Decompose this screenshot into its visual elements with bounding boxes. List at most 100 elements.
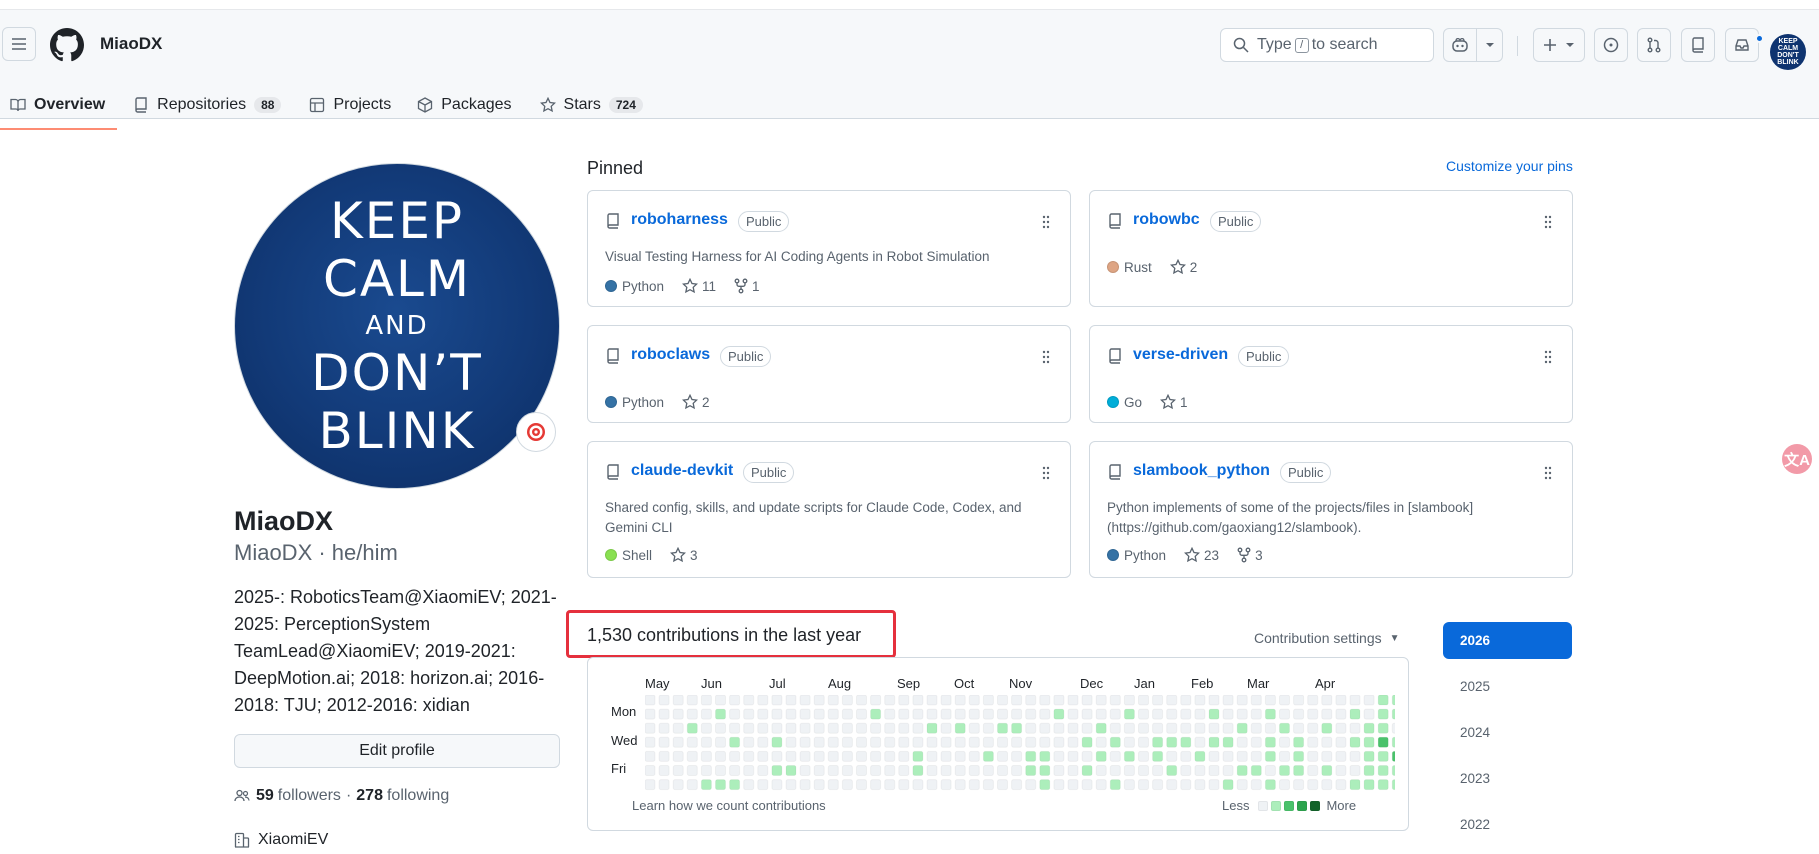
contribution-day[interactable] <box>785 765 797 776</box>
contribution-day[interactable] <box>982 750 994 762</box>
contribution-day[interactable] <box>1138 765 1149 776</box>
contribution-day[interactable] <box>1264 750 1276 762</box>
contribution-day[interactable] <box>884 736 896 748</box>
repo-name-link[interactable]: claude-devkit <box>631 462 733 480</box>
contribution-day[interactable] <box>1152 779 1164 791</box>
contribution-day[interactable] <box>1349 750 1361 762</box>
contribution-day[interactable] <box>813 736 825 748</box>
contribution-day[interactable] <box>982 779 994 791</box>
contribution-day[interactable] <box>1039 765 1051 776</box>
contribution-day[interactable] <box>926 695 938 706</box>
contribution-day[interactable] <box>827 722 839 734</box>
contribution-day[interactable] <box>700 695 712 706</box>
contribution-day[interactable] <box>785 722 797 734</box>
contribution-day[interactable] <box>1236 779 1248 791</box>
contribution-day[interactable] <box>757 722 769 734</box>
contribution-day[interactable] <box>743 765 755 776</box>
contribution-day[interactable] <box>729 779 741 791</box>
contribution-day[interactable] <box>1039 736 1051 748</box>
contribution-day[interactable] <box>1011 750 1023 762</box>
contribution-day[interactable] <box>1194 695 1206 706</box>
contribution-day[interactable] <box>997 695 1008 706</box>
contribution-day[interactable] <box>1250 750 1262 762</box>
contribution-day[interactable] <box>1222 695 1234 706</box>
contribution-day[interactable] <box>1138 736 1149 748</box>
contribution-day[interactable] <box>813 708 825 720</box>
contribution-day[interactable] <box>743 695 755 706</box>
contribution-day[interactable] <box>912 708 924 720</box>
contribution-day[interactable] <box>672 708 684 720</box>
contribution-day[interactable] <box>1208 750 1220 762</box>
contribution-day[interactable] <box>757 695 769 706</box>
contribution-day[interactable] <box>1208 708 1220 720</box>
contribution-day[interactable] <box>686 736 698 748</box>
contribution-day[interactable] <box>1307 708 1319 720</box>
customize-pins-link[interactable]: Customize your pins <box>1446 158 1573 174</box>
contribution-day[interactable] <box>870 779 882 791</box>
contribution-day[interactable] <box>1335 708 1347 720</box>
contribution-day[interactable] <box>940 736 952 748</box>
contribution-day[interactable] <box>1391 750 1395 762</box>
contribution-day[interactable] <box>954 695 966 706</box>
contribution-day[interactable] <box>1194 765 1206 776</box>
contribution-day[interactable] <box>1377 750 1389 762</box>
pull-requests-button[interactable] <box>1637 28 1671 62</box>
contribution-day[interactable] <box>1321 750 1333 762</box>
grabber-icon[interactable] <box>1040 350 1052 369</box>
contribution-day[interactable] <box>1391 708 1395 720</box>
contribution-day[interactable] <box>1222 750 1234 762</box>
contribution-day[interactable] <box>1067 695 1079 706</box>
contribution-day[interactable] <box>856 708 867 720</box>
following-link[interactable]: 278 following <box>356 787 449 805</box>
contribution-day[interactable] <box>841 722 853 734</box>
contribution-day[interactable] <box>1363 750 1375 762</box>
contribution-day[interactable] <box>1391 722 1395 734</box>
contribution-day[interactable] <box>645 708 656 720</box>
contribution-day[interactable] <box>1335 695 1347 706</box>
contribution-day[interactable] <box>813 779 825 791</box>
contribution-day[interactable] <box>884 708 896 720</box>
contribution-day[interactable] <box>982 722 994 734</box>
contribution-day[interactable] <box>799 736 811 748</box>
contribution-day[interactable] <box>898 750 910 762</box>
contribution-day[interactable] <box>1321 695 1333 706</box>
contribution-day[interactable] <box>1363 736 1375 748</box>
contribution-day[interactable] <box>799 750 811 762</box>
contribution-day[interactable] <box>1279 750 1290 762</box>
contribution-day[interactable] <box>912 765 924 776</box>
contribution-day[interactable] <box>700 765 712 776</box>
contribution-day[interactable] <box>700 736 712 748</box>
contribution-day[interactable] <box>1053 722 1065 734</box>
contribution-day[interactable] <box>1152 722 1164 734</box>
contribution-day[interactable] <box>1208 722 1220 734</box>
contribution-day[interactable] <box>771 708 783 720</box>
contribution-day[interactable] <box>1011 765 1023 776</box>
tab-projects[interactable]: Projects <box>299 81 403 129</box>
contribution-day[interactable] <box>982 736 994 748</box>
tab-repositories[interactable]: Repositories 88 <box>123 81 293 129</box>
contribution-day[interactable] <box>1067 736 1079 748</box>
contribution-day[interactable] <box>1095 708 1107 720</box>
contribution-day[interactable] <box>672 750 684 762</box>
contribution-day[interactable] <box>1307 736 1319 748</box>
contribution-day[interactable] <box>1011 779 1023 791</box>
contribution-day[interactable] <box>686 695 698 706</box>
contribution-day[interactable] <box>1321 736 1333 748</box>
contribution-day[interactable] <box>1264 722 1276 734</box>
contribution-day[interactable] <box>1123 736 1135 748</box>
contribution-day[interactable] <box>1095 750 1107 762</box>
contribution-day[interactable] <box>813 695 825 706</box>
contribution-day[interactable] <box>771 750 783 762</box>
contribution-day[interactable] <box>968 779 980 791</box>
status-emoji-button[interactable] <box>516 412 556 452</box>
contribution-day[interactable] <box>1081 779 1093 791</box>
contribution-day[interactable] <box>1363 722 1375 734</box>
contribution-day[interactable] <box>1194 750 1206 762</box>
contribution-day[interactable] <box>700 750 712 762</box>
contribution-day[interactable] <box>1349 722 1361 734</box>
contribution-day[interactable] <box>884 722 896 734</box>
contribution-day[interactable] <box>1053 750 1065 762</box>
contribution-day[interactable] <box>1025 750 1037 762</box>
contribution-day[interactable] <box>1180 765 1192 776</box>
contribution-day[interactable] <box>686 779 698 791</box>
